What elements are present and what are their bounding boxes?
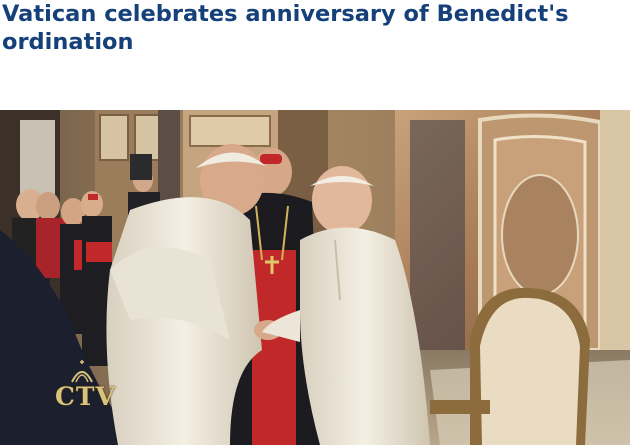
ctv-watermark-text: CTV bbox=[55, 382, 116, 411]
article-headline: Vatican celebrates anniversary of Benedi… bbox=[2, 1, 569, 55]
